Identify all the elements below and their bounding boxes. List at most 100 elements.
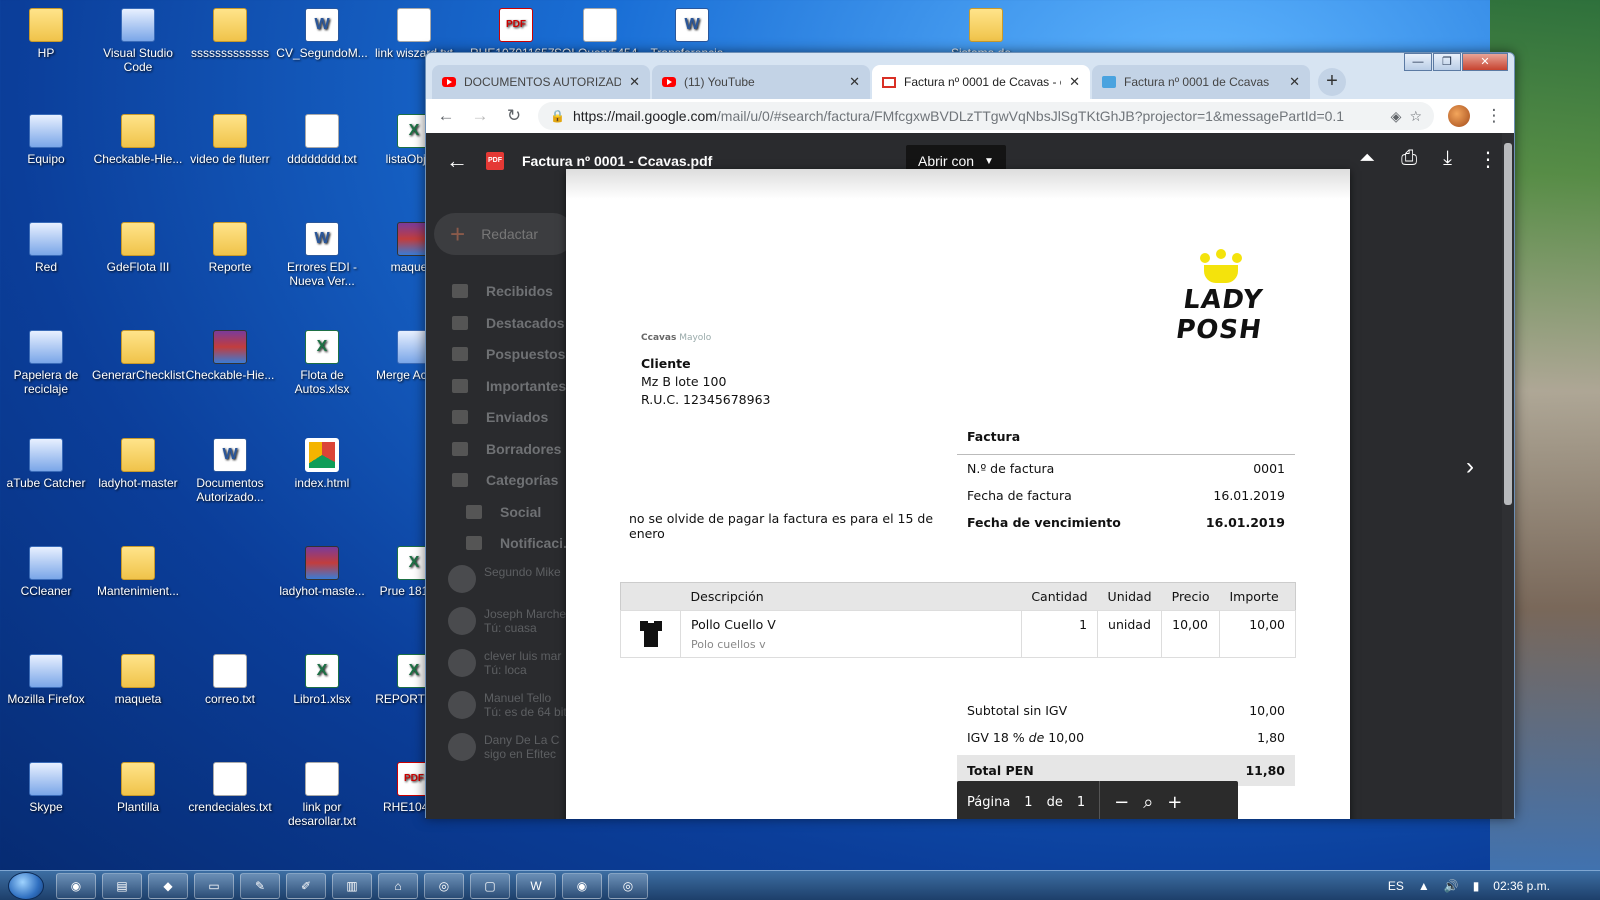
nav-icon: [452, 410, 468, 424]
desktop-icon[interactable]: ladyhot-master: [92, 438, 184, 490]
taskbar-app-icon[interactable]: ◎: [608, 873, 648, 899]
desktop-icon-label: crendeciales.txt: [188, 800, 272, 814]
close-tab-icon[interactable]: ✕: [1289, 74, 1300, 90]
item-quantity: 1: [1020, 610, 1099, 658]
desktop-icon[interactable]: X Libro1.xlsx: [276, 654, 368, 706]
desktop-icon[interactable]: link por desarollar.txt: [276, 762, 368, 828]
taskbar-window-icon[interactable]: ▢: [470, 873, 510, 899]
brand-logo: LADY POSH: [1141, 249, 1301, 345]
invoice-title: Factura: [957, 423, 1295, 455]
desktop-icon[interactable]: HP: [0, 8, 92, 60]
desktop-icon[interactable]: sssssssssssss: [184, 8, 276, 60]
more-options-icon[interactable]: ⋮: [1478, 147, 1498, 172]
youtube-icon: [662, 77, 676, 87]
taskbar-chrome-icon[interactable]: ◉: [562, 873, 602, 899]
desktop-icon[interactable]: Reporte: [184, 222, 276, 274]
desktop-icon[interactable]: Mantenimient...: [92, 546, 184, 598]
desktop-icon[interactable]: W CV_SegundoM...: [276, 8, 368, 60]
forward-icon[interactable]: →: [470, 106, 490, 126]
scrollbar[interactable]: [1502, 133, 1514, 819]
tab-documentos[interactable]: DOCUMENTOS AUTORIZADOS ✕: [432, 65, 650, 99]
desktop-icon[interactable]: X Flota de Autos.xlsx: [276, 330, 368, 396]
desktop-icon[interactable]: CCleaner: [0, 546, 92, 598]
folder-icon: [121, 330, 155, 364]
desktop-icon[interactable]: video de fluterr: [184, 114, 276, 166]
desktop-icon[interactable]: Mozilla Firefox: [0, 654, 92, 706]
desktop-icon[interactable]: Checkable-Hie...: [92, 114, 184, 166]
desktop-icon[interactable]: GdeFlota III: [92, 222, 184, 274]
next-file-arrow-icon[interactable]: ›: [1466, 453, 1474, 481]
clock[interactable]: 02:36 p.m.: [1493, 879, 1550, 893]
taskbar-chrome-icon[interactable]: ◉: [56, 873, 96, 899]
extension-icon[interactable]: ◈: [1391, 108, 1402, 125]
desktop-icon-label: Reporte: [208, 260, 252, 274]
maximize-button[interactable]: ❐: [1433, 53, 1461, 71]
word-document-icon: W: [305, 8, 339, 42]
new-tab-button[interactable]: +: [1318, 68, 1346, 96]
taskbar-notepad-icon[interactable]: ✐: [286, 873, 326, 899]
desktop-icon[interactable]: Visual Studio Code: [92, 8, 184, 74]
desktop-icon[interactable]: Equipo: [0, 114, 92, 166]
chrome-window: — ❐ ✕ DOCUMENTOS AUTORIZADOS ✕ (11) YouT…: [425, 52, 1515, 819]
tab-youtube[interactable]: (11) YouTube ✕: [652, 65, 870, 99]
taskbar-file-icon[interactable]: ▭: [194, 873, 234, 899]
tab-factura-doc[interactable]: Factura nº 0001 de Ccavas ✕: [1092, 65, 1310, 99]
viewer-actions: ⏶ ⎙ ⤓ ⋮: [1359, 147, 1498, 172]
menu-kebab-icon[interactable]: ⋮: [1484, 106, 1504, 126]
desktop-icon[interactable]: dddddddd.txt: [276, 114, 368, 166]
taskbar-app-icon[interactable]: ◎: [424, 873, 464, 899]
scrollbar-thumb[interactable]: [1504, 143, 1512, 505]
address-bar[interactable]: 🔒 https://mail.google.com/mail/u/0/#sear…: [538, 102, 1434, 130]
download-icon[interactable]: ⤓: [1443, 147, 1452, 172]
taskbar-tools-icon[interactable]: ✎: [240, 873, 280, 899]
add-to-drive-icon[interactable]: ⏶: [1359, 147, 1375, 172]
zoom-out-icon[interactable]: −: [1114, 792, 1129, 813]
desktop-icon[interactable]: GenerarChecklist: [92, 330, 185, 382]
zoom-in-icon[interactable]: +: [1167, 792, 1182, 813]
desktop-icon[interactable]: index.html: [276, 438, 368, 490]
desktop-icon[interactable]: W Documentos Autorizado...: [184, 438, 276, 504]
desktop-icon[interactable]: correo.txt: [184, 654, 276, 706]
desktop-icon[interactable]: maqueta: [92, 654, 184, 706]
taskbar-folder-icon[interactable]: ▤: [102, 873, 142, 899]
back-arrow-icon[interactable]: ←: [446, 148, 468, 174]
taskbar-remote-icon[interactable]: ⌂: [378, 873, 418, 899]
close-window-button[interactable]: ✕: [1462, 53, 1508, 71]
close-tab-icon[interactable]: ✕: [629, 74, 640, 90]
desktop-icon-label: Errores EDI - Nueva Ver...: [286, 260, 357, 288]
taskbar-word-icon[interactable]: W: [516, 873, 556, 899]
zoom-fit-icon[interactable]: ⌕: [1143, 792, 1153, 813]
start-button[interactable]: [8, 872, 44, 900]
network-icon[interactable]: ▮: [1473, 879, 1480, 893]
minimize-button[interactable]: —: [1404, 53, 1432, 71]
totals-block: Subtotal sin IGV 10,00 IGV 18 % de 10,00 1…: [957, 697, 1295, 786]
tab-factura-gmail[interactable]: Factura nº 0001 de Ccavas - c ✕: [872, 65, 1090, 99]
desktop-icon[interactable]: Skype: [0, 762, 92, 814]
bookmark-star-icon[interactable]: ☆: [1409, 108, 1422, 125]
desktop-icon-label: video de fluterr: [190, 152, 270, 166]
reload-icon[interactable]: ↻: [504, 106, 524, 126]
tray-arrow-icon[interactable]: ▲: [1418, 879, 1430, 893]
taskbar-explorer-icon[interactable]: ▥: [332, 873, 372, 899]
page-current[interactable]: 1: [1024, 795, 1032, 810]
print-icon[interactable]: ⎙: [1401, 147, 1417, 172]
back-icon[interactable]: ←: [436, 106, 456, 126]
desktop-icon[interactable]: Checkable-Hie...: [184, 330, 276, 382]
profile-avatar[interactable]: [1448, 105, 1470, 127]
language-indicator[interactable]: ES: [1388, 879, 1404, 893]
taskbar-visual-studio-icon[interactable]: ◆: [148, 873, 188, 899]
volume-icon[interactable]: 🔊: [1444, 879, 1459, 893]
desktop-icon[interactable]: Plantilla: [92, 762, 184, 814]
desktop-icon[interactable]: aTube Catcher: [0, 438, 92, 490]
desktop-icon[interactable]: Red: [0, 222, 92, 274]
close-tab-icon[interactable]: ✕: [849, 74, 860, 90]
folder-icon: [969, 8, 1003, 42]
desktop-icon-label: Papelera de reciclaje: [13, 368, 79, 396]
desktop-icon[interactable]: Papelera de reciclaje: [0, 330, 92, 396]
page-total: 1: [1076, 794, 1086, 810]
desktop-icon[interactable]: ladyhot-maste...: [276, 546, 368, 598]
desktop-icon[interactable]: W Errores EDI - Nueva Ver...: [276, 222, 368, 288]
desktop-icon-label: maqueta: [114, 692, 162, 706]
close-tab-icon[interactable]: ✕: [1069, 74, 1080, 90]
desktop-icon[interactable]: crendeciales.txt: [184, 762, 276, 814]
